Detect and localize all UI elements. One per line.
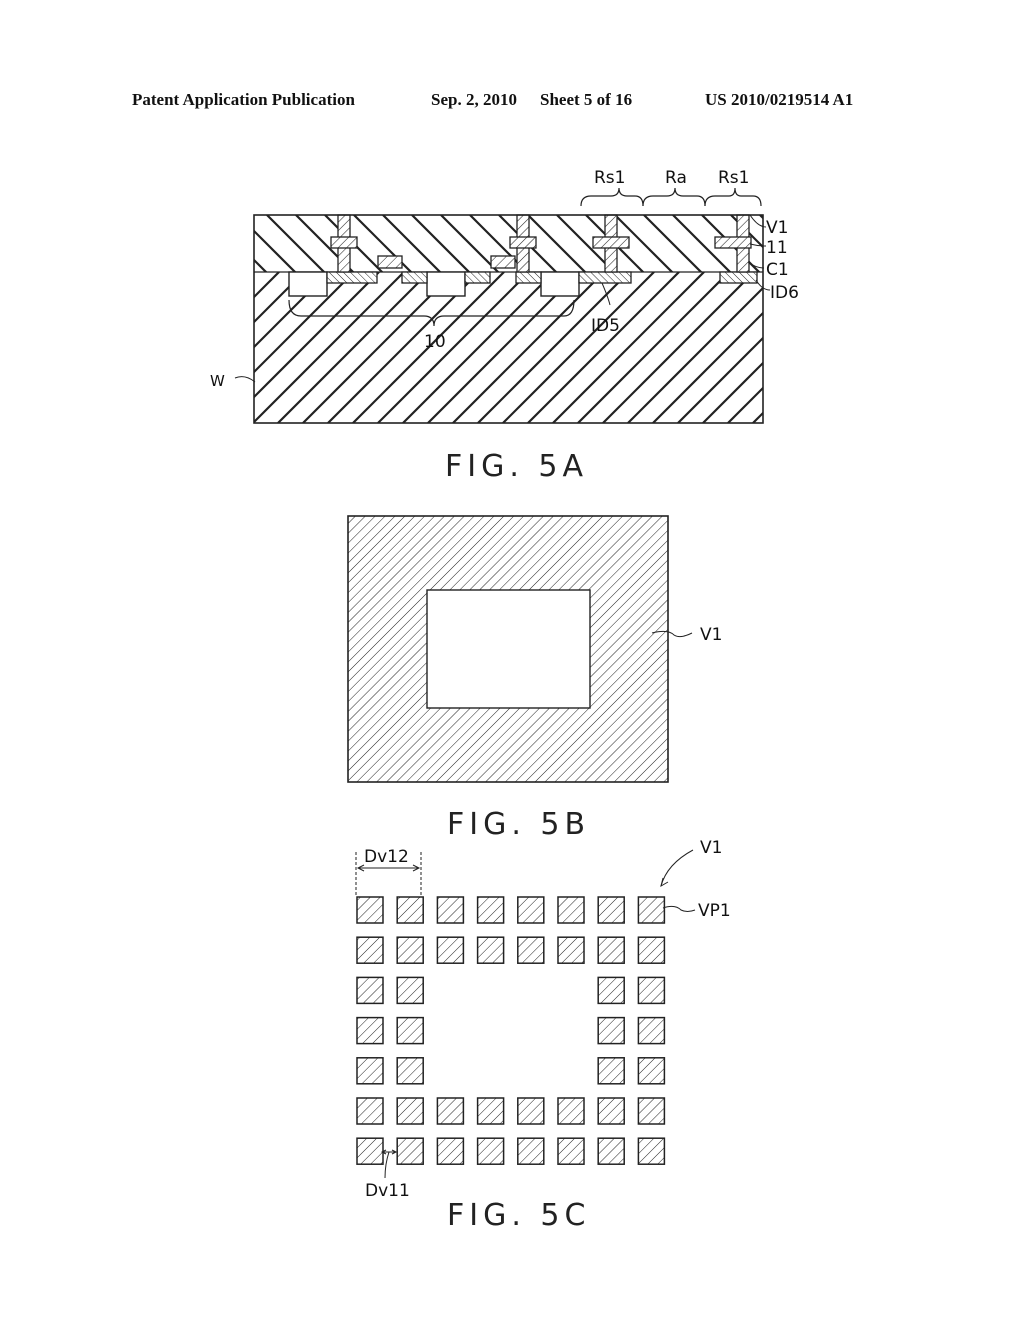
via-pad <box>356 1057 384 1085</box>
hatch-line <box>627 286 763 423</box>
label-dv12: Dv12 <box>364 847 409 867</box>
via-pad <box>637 1016 666 1045</box>
via-pad <box>396 976 424 1005</box>
via-pad <box>356 936 384 964</box>
label-ra: Ra <box>665 168 687 188</box>
via-pad <box>557 936 585 964</box>
via-pad <box>476 896 505 924</box>
hatch-line <box>677 336 763 423</box>
via-pad <box>396 1057 424 1085</box>
isolation-trench <box>426 271 466 297</box>
figure-canvas: Rs1 Ra Rs1 V1 11 C1 ID6 ID5 10 W FIG. 5A… <box>180 168 954 1233</box>
via-pad <box>597 1097 625 1125</box>
fig5c-via-pattern: Dv12 V1 VP1 Dv11 FIG. 5C <box>355 838 731 1233</box>
hatch-line <box>254 272 305 324</box>
via-pad <box>517 1097 545 1125</box>
hatch-line <box>727 386 763 423</box>
leader-vp1 <box>662 905 696 912</box>
label-10: 10 <box>424 332 446 352</box>
hatch-line <box>602 272 755 423</box>
via-pad <box>356 896 384 924</box>
via-pad <box>396 936 424 964</box>
label-rs1-right: Rs1 <box>718 168 750 188</box>
via-pad <box>476 1097 505 1125</box>
fig5a-cross-section: Rs1 Ra Rs1 V1 11 C1 ID6 ID5 10 W FIG. 5A <box>180 168 954 484</box>
via-pad <box>517 936 545 964</box>
hatch-line <box>254 229 297 272</box>
via-pad <box>597 1016 625 1045</box>
via-pad <box>436 1097 465 1125</box>
via-pad <box>637 896 666 924</box>
hatch-line <box>180 215 240 275</box>
via-pad <box>637 1057 666 1085</box>
via-pad <box>597 1137 625 1165</box>
hatch-line <box>266 215 326 272</box>
via-pad <box>356 976 384 1005</box>
label-v1-5b: V1 <box>700 625 722 645</box>
hatch-line <box>577 272 730 423</box>
hatch-line <box>254 258 268 272</box>
via-pad <box>597 1057 625 1085</box>
hatch-line <box>452 272 605 423</box>
via-pad <box>396 1137 424 1165</box>
via-pad <box>436 936 465 964</box>
via-pad <box>597 936 625 964</box>
hatch-line <box>803 272 954 423</box>
isolation-trench <box>540 271 580 297</box>
hatch-line <box>254 272 405 423</box>
via-pad <box>396 896 424 924</box>
arrow-v1-5c <box>660 849 694 887</box>
via-pad <box>597 976 625 1005</box>
via-pad <box>436 1137 465 1165</box>
fig5a-caption: FIG. 5A <box>445 449 588 484</box>
fig5c-caption: FIG. 5C <box>447 1198 590 1233</box>
substrate-hatch <box>254 272 954 423</box>
label-v1: V1 <box>766 218 788 238</box>
via-pad <box>637 1137 666 1165</box>
fig5b-caption: FIG. 5B <box>447 807 590 842</box>
via-pad <box>517 1137 545 1165</box>
hatch-line <box>254 272 280 299</box>
label-v1-5c: V1 <box>700 838 722 858</box>
hatch-line <box>778 272 929 423</box>
hatch-line <box>789 215 849 275</box>
via-pad <box>517 896 545 924</box>
hatch-line <box>411 215 471 272</box>
via-pad <box>356 1097 384 1125</box>
label-id5: ID5 <box>591 316 620 336</box>
via-pad <box>557 1137 585 1165</box>
label-c1: C1 <box>766 260 789 280</box>
via-pad <box>637 1097 666 1125</box>
label-rs1-left: Rs1 <box>594 168 626 188</box>
hatch-line <box>254 272 355 374</box>
fig5b-plan-view: V1 FIG. 5B <box>347 515 722 842</box>
via-pad <box>557 1097 585 1125</box>
label-dv11: Dv11 <box>365 1181 410 1201</box>
label-vp1: VP1 <box>698 901 731 921</box>
inner-opening <box>426 589 591 709</box>
via-pad <box>637 976 666 1005</box>
isolation-trench <box>288 271 328 297</box>
via-pad <box>356 1137 384 1165</box>
via-pad-grid <box>356 896 666 1165</box>
hatch-line <box>527 215 587 272</box>
via-pad <box>637 936 666 964</box>
via-pad <box>476 1137 505 1165</box>
label-11: 11 <box>766 238 788 258</box>
via-pad <box>396 1016 424 1045</box>
via-pad <box>557 896 585 924</box>
hatch-line <box>254 272 255 274</box>
via-pad <box>356 1016 384 1045</box>
via-pad <box>396 1097 424 1125</box>
via-pad <box>597 896 625 924</box>
dimension-dv11 <box>380 1149 398 1179</box>
label-id6: ID6 <box>770 283 799 303</box>
via-pad <box>476 936 505 964</box>
label-w: W <box>210 372 225 390</box>
via-pad <box>436 896 465 924</box>
hatch-line <box>643 215 703 272</box>
